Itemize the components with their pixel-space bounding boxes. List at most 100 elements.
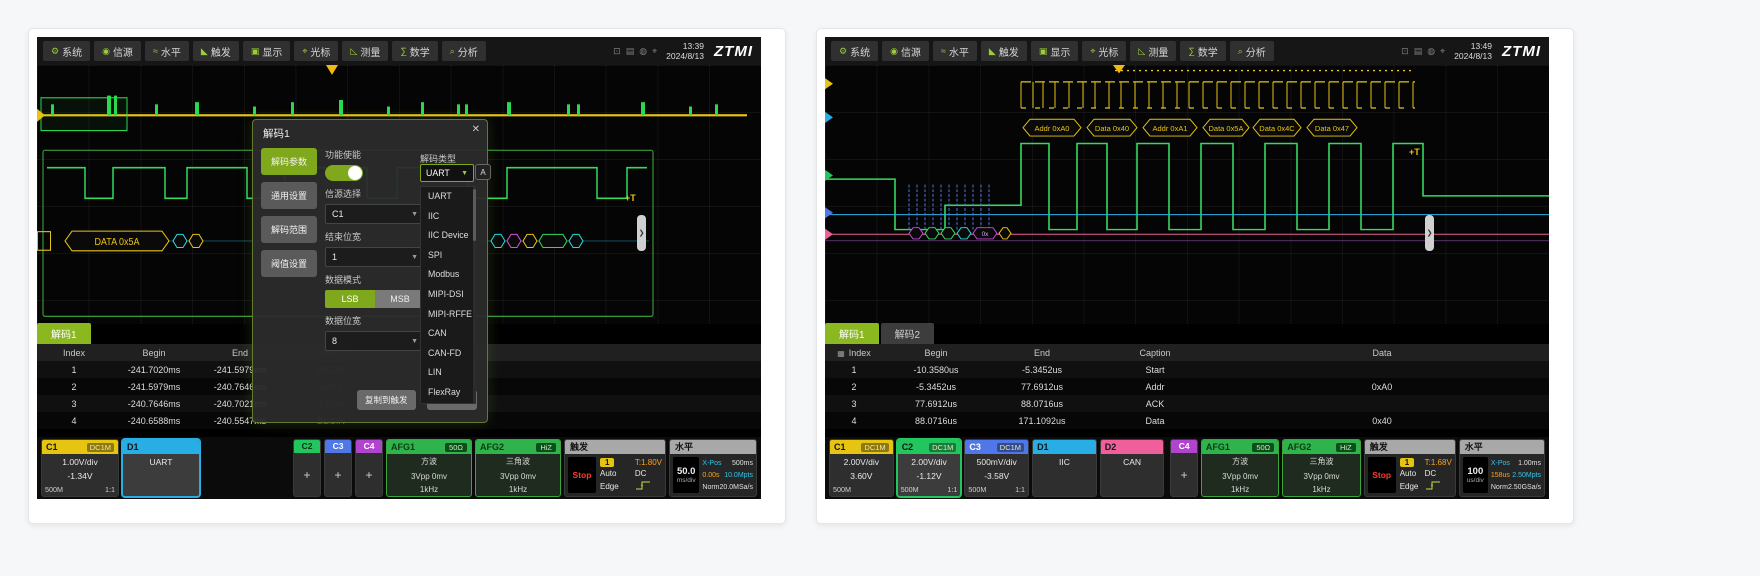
decode-type-option[interactable]: CAN	[421, 324, 475, 344]
trigger-type: Edge	[1400, 482, 1419, 491]
storage-icon[interactable]: ▤	[626, 46, 635, 57]
network-icon[interactable]: ◍	[639, 46, 647, 57]
decode-type-option[interactable]: Modbus	[421, 265, 475, 285]
trigger-level-tag[interactable]: +T	[1409, 147, 1420, 157]
menu-analysis[interactable]: ⌕ 分析	[442, 41, 486, 61]
tab-general-settings[interactable]: 通用设置	[261, 182, 317, 209]
acquisition-status[interactable]: Stop	[568, 457, 596, 493]
side-panel-handle[interactable]: ❯	[1425, 215, 1434, 251]
table-row[interactable]: 3 77.6912us 88.0716us ACK	[825, 395, 1549, 412]
enable-toggle[interactable]	[325, 165, 363, 181]
decode-type-option[interactable]: MIPI-DSI	[421, 285, 475, 305]
add-icon[interactable]: +	[294, 453, 320, 496]
channel-add-card[interactable]: C4 +	[355, 439, 383, 497]
table-view-icon[interactable]: ▦	[837, 349, 845, 358]
trigger-position-marker[interactable]	[326, 65, 338, 75]
network-icon[interactable]: ◍	[1427, 46, 1435, 57]
channel-card[interactable]: C1DC1M 1.00V/div -1.34V 500M1:1	[41, 439, 119, 497]
decode-result-tab-2[interactable]: 解码2	[881, 323, 935, 344]
decode-result-tab-1[interactable]: 解码1	[825, 323, 879, 344]
mouse-icon[interactable]: ⌖	[1440, 46, 1445, 57]
decode-type-option[interactable]: IIC Device	[421, 226, 475, 246]
channel-card[interactable]: C3DC1M 500mV/div -3.58V 500M1:1	[964, 439, 1029, 497]
waveform-area[interactable]: Addr 0xA0 Data 0x40 Addr 0xA1 Data 0x5A …	[825, 65, 1549, 324]
channel-card[interactable]: C1DC1M 2.00V/div 3.60V 500M	[829, 439, 894, 497]
trigger-panel[interactable]: 触发 Stop 1 T:1.80V Auto DC Edge	[564, 439, 666, 497]
lsb-button[interactable]: LSB	[325, 290, 375, 308]
source-select[interactable]: C1 ▼	[325, 204, 425, 224]
channel-markers[interactable]	[825, 78, 833, 240]
screen-icon[interactable]: ⊡	[613, 46, 621, 57]
menu-measure[interactable]: ◺ 测量	[1130, 41, 1176, 61]
menu-system[interactable]: ⚙ 系统	[43, 41, 90, 61]
storage-icon[interactable]: ▤	[1414, 46, 1423, 57]
menu-cursor[interactable]: ⌖ 光标	[294, 41, 338, 61]
channel-card[interactable]: D1 IIC	[1032, 439, 1097, 497]
afg-card[interactable]: AFG150Ω 方波 3Vpp 0mv 1kHz	[1201, 439, 1279, 497]
channel-card[interactable]: D2 CAN	[1100, 439, 1165, 497]
menu-display[interactable]: ▣ 显示	[243, 41, 291, 61]
chevron-down-icon: ▼	[411, 254, 418, 261]
tab-threshold-settings[interactable]: 阈值设置	[261, 250, 317, 277]
stop-bits-select[interactable]: 1 ▼	[325, 247, 425, 267]
decode-result-tab-1[interactable]: 解码1	[37, 323, 91, 344]
add-icon[interactable]: +	[325, 453, 351, 496]
channel-add-card[interactable]: C2 +	[293, 439, 321, 497]
close-icon[interactable]: ✕	[472, 124, 480, 135]
menu-cursor[interactable]: ⌖ 光标	[1082, 41, 1126, 61]
scope-left: ⚙ 系统 ◉ 信源 ≈ 水平 ◣ 触发	[37, 37, 761, 499]
timebase-box[interactable]: 100 us/div	[1463, 457, 1488, 493]
channel-card[interactable]: C2DC1M 2.00V/div -1.12V 500M1:1	[897, 439, 962, 497]
acquisition-status[interactable]: Stop	[1368, 457, 1396, 493]
menu-math[interactable]: ∑ 数学	[392, 41, 437, 61]
add-icon[interactable]: +	[1171, 453, 1196, 496]
menu-horizontal[interactable]: ≈ 水平	[145, 41, 189, 61]
menu-trigger[interactable]: ◣ 触发	[193, 41, 239, 61]
channel-add-card[interactable]: C3 +	[324, 439, 352, 497]
data-width-select[interactable]: 8 ▼	[325, 331, 425, 351]
screen-icon[interactable]: ⊡	[1401, 46, 1409, 57]
table-row[interactable]: 1 -10.3580us -5.3452us Start	[825, 361, 1549, 378]
menu-analysis[interactable]: ⌕ 分析	[1230, 41, 1274, 61]
decode-bubbles[interactable]: Addr 0xA0 Data 0x40 Addr 0xA1 Data 0x5A …	[1023, 119, 1357, 136]
table-row[interactable]: 2 -5.3452us 77.6912us Addr 0xA0	[825, 378, 1549, 395]
decode-type-option[interactable]: FlexRay	[421, 383, 475, 403]
menu-source[interactable]: ◉ 信源	[882, 41, 929, 61]
keyboard-input-icon[interactable]: A	[475, 164, 491, 180]
trigger-panel[interactable]: 触发 Stop 1 T:1.68V Auto DC Edge	[1364, 439, 1456, 497]
horizontal-panel[interactable]: 水平 50.0 ms/div X-Pos500ms 0.00s10.0Mpts …	[669, 439, 757, 497]
copy-to-trigger-button[interactable]: 复制到触发	[357, 390, 416, 410]
menu-trigger[interactable]: ◣ 触发	[981, 41, 1027, 61]
afg-card[interactable]: AFG150Ω 方波 3Vpp 0mv 1kHz	[386, 439, 472, 497]
timebase-box[interactable]: 50.0 ms/div	[673, 457, 699, 493]
channel-card[interactable]: D1 UART	[122, 439, 200, 497]
horizontal-panel[interactable]: 水平 100 us/div X-Pos1.00ms 158us2.50Mpts …	[1459, 439, 1545, 497]
decode-bubble[interactable]: DATA 0x5A	[65, 231, 169, 251]
menu-system[interactable]: ⚙ 系统	[831, 41, 878, 61]
tab-decode-range[interactable]: 解码范围	[261, 216, 317, 243]
menu-horizontal[interactable]: ≈ 水平	[933, 41, 977, 61]
decode-type-option[interactable]: CAN-FD	[421, 344, 475, 364]
afg-card[interactable]: AFG2HiZ 三角波 3Vpp 0mv 1kHz	[1282, 439, 1360, 497]
decode-type-select[interactable]: UART ▼	[420, 164, 474, 182]
menu-source[interactable]: ◉ 信源	[94, 41, 141, 61]
decode-type-option[interactable]: MIPI-RFFE	[421, 305, 475, 325]
decode-type-option[interactable]: IIC	[421, 207, 475, 227]
trigger-level-tag[interactable]: +T	[625, 193, 636, 203]
decode-type-option[interactable]: SPI	[421, 246, 475, 266]
decode-type-option[interactable]: UART	[421, 187, 475, 207]
table-row[interactable]: 4 88.0716us 171.1092us Data 0x40	[825, 412, 1549, 429]
channel-add-card[interactable]: C4 +	[1170, 439, 1197, 497]
tab-decode-params[interactable]: 解码参数	[261, 148, 317, 175]
side-panel-handle[interactable]: ❯	[637, 215, 646, 251]
trigger-position-marker[interactable]	[1113, 65, 1125, 73]
menu-measure[interactable]: ◺ 测量	[342, 41, 388, 61]
decode-type-option[interactable]: LIN	[421, 363, 475, 383]
mouse-icon[interactable]: ⌖	[652, 46, 657, 57]
zoom-source-window[interactable]	[41, 98, 127, 131]
menu-math[interactable]: ∑ 数学	[1180, 41, 1225, 61]
add-icon[interactable]: +	[356, 453, 382, 496]
afg-card[interactable]: AFG2HiZ 三角波 3Vpp 0mv 1kHz	[475, 439, 561, 497]
msb-button[interactable]: MSB	[375, 290, 425, 308]
menu-display[interactable]: ▣ 显示	[1031, 41, 1079, 61]
